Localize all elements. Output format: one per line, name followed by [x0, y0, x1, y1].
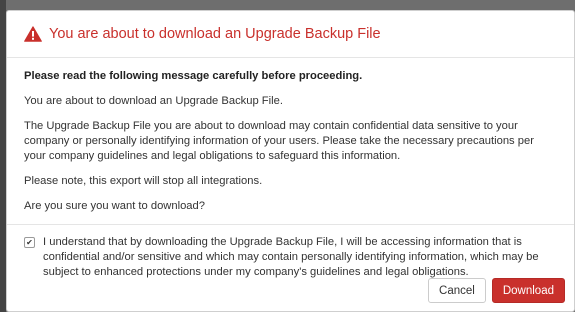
- warning-triangle-icon: [24, 26, 42, 42]
- dialog-header: You are about to download an Upgrade Bac…: [7, 11, 574, 58]
- message-paragraph: You are about to download an Upgrade Bac…: [24, 95, 283, 107]
- consent-checkbox[interactable]: ✔: [24, 237, 35, 248]
- consent-label: I understand that by downloading the Upg…: [43, 236, 539, 278]
- consent-section: ✔ I understand that by downloading the U…: [7, 224, 574, 280]
- dialog-footer: Cancel Download: [428, 278, 565, 303]
- cancel-button[interactable]: Cancel: [428, 278, 486, 303]
- message-paragraph: The Upgrade Backup File you are about to…: [24, 120, 534, 162]
- download-confirmation-dialog: You are about to download an Upgrade Bac…: [6, 10, 575, 312]
- download-button[interactable]: Download: [491, 278, 565, 303]
- message-paragraph: Please note, this export will stop all i…: [24, 175, 263, 187]
- checkmark-icon: ✔: [26, 237, 33, 247]
- intro-text: Please read the following message carefu…: [24, 70, 363, 82]
- dialog-body: Please read the following message carefu…: [7, 58, 574, 214]
- dialog-title: You are about to download an Upgrade Bac…: [49, 26, 381, 42]
- message-paragraph: Are you sure you want to download?: [24, 200, 205, 212]
